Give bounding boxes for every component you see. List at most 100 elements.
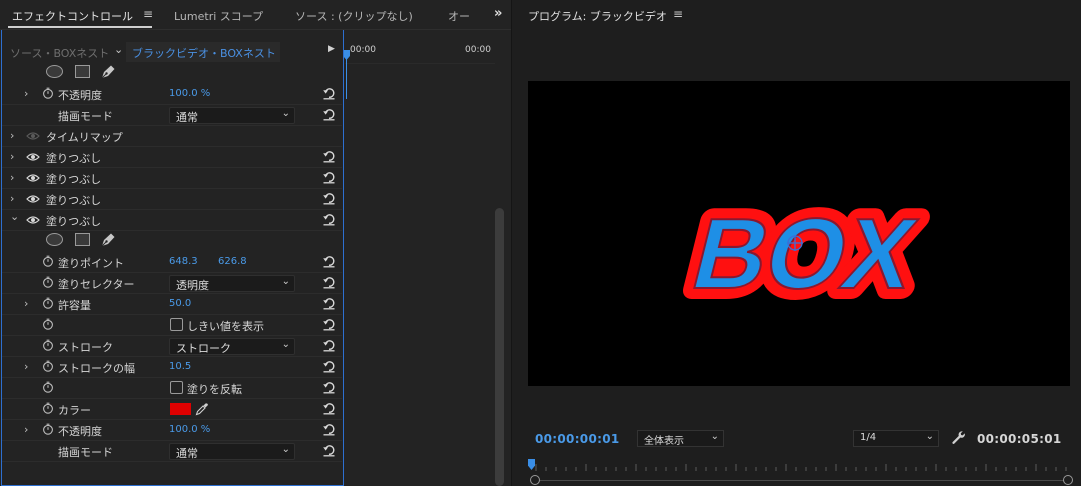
mask-ellipse-icon[interactable] <box>46 233 63 246</box>
in-point-handle[interactable] <box>530 475 540 485</box>
program-timeline-ruler[interactable] <box>528 458 1074 486</box>
toggle-effect-eye-icon[interactable] <box>26 173 40 183</box>
reset-parameter-icon[interactable] <box>322 275 336 289</box>
reset-parameter-icon[interactable] <box>322 401 336 415</box>
toggle-effect-eye-icon[interactable] <box>26 194 40 204</box>
fill-point-x-value[interactable]: 648.3 <box>169 256 198 267</box>
out-point-handle[interactable] <box>1063 475 1073 485</box>
effect-row-3: › タイムリマップ <box>2 126 342 147</box>
program-menu-icon[interactable]: ≡ <box>673 7 683 21</box>
color-swatch[interactable] <box>170 403 191 415</box>
playback-resolution-dropdown[interactable]: 1/4 ⌄ <box>853 430 939 447</box>
reset-parameter-icon[interactable] <box>322 170 336 184</box>
stopwatch-icon[interactable] <box>42 423 54 435</box>
scrollbar-thumb[interactable] <box>495 208 504 486</box>
param-dropdown[interactable]: ストローク ⌄ <box>169 338 295 355</box>
program-monitor-panel: プログラム: ブラックビデオ ≡ BOX BOX 00:00:00:01 全体表… <box>512 0 1081 486</box>
mask-rectangle-icon[interactable] <box>75 233 90 246</box>
stopwatch-icon[interactable] <box>42 87 54 99</box>
expand-chevron-icon[interactable]: › <box>24 360 28 373</box>
collapse-chevron-icon[interactable]: ⌄ <box>10 210 19 223</box>
param-value[interactable]: 10.5 <box>169 361 191 372</box>
dropdown-value: 通常 <box>176 447 198 460</box>
zoom-level-dropdown[interactable]: 全体表示 ⌄ <box>637 430 724 447</box>
tab-lumetri-scopes[interactable]: Lumetri スコープ <box>174 8 263 24</box>
effect-name-label[interactable]: 塗りつぶし <box>46 171 101 187</box>
tab-effect-controls[interactable]: エフェクトコントロール <box>12 8 133 24</box>
effect-row-18: 描画モード 通常 ⌄ <box>2 441 342 462</box>
param-label: 不透明度 <box>58 89 102 102</box>
stopwatch-icon[interactable] <box>42 360 54 372</box>
mask-pen-icon[interactable] <box>100 232 116 248</box>
more-tabs-icon[interactable]: » <box>494 6 502 21</box>
reset-parameter-icon[interactable] <box>322 212 336 226</box>
expand-chevron-icon[interactable]: › <box>24 297 28 310</box>
toggle-effect-eye-icon[interactable] <box>26 215 40 225</box>
toggle-effect-eye-icon[interactable] <box>26 131 40 141</box>
tab-source[interactable]: ソース : (クリップなし) <box>295 8 413 24</box>
reset-parameter-icon[interactable] <box>322 86 336 100</box>
effect-name-label[interactable]: 塗りつぶし <box>46 150 101 166</box>
source-clip-label[interactable]: ソース・BOXネスト <box>10 45 109 61</box>
stopwatch-icon[interactable] <box>42 318 54 330</box>
param-dropdown[interactable]: 通常 ⌄ <box>169 107 295 124</box>
wrench-icon[interactable] <box>951 430 966 445</box>
eyedropper-icon[interactable] <box>195 402 209 416</box>
mini-timeline[interactable]: 00:00 00:00 <box>343 41 495 486</box>
param-value[interactable]: 100.0 % <box>169 88 210 99</box>
reset-parameter-icon[interactable] <box>322 191 336 205</box>
toggle-effect-eye-icon[interactable] <box>26 152 40 162</box>
param-dropdown[interactable]: 通常 ⌄ <box>169 443 295 460</box>
effect-row-2: 描画モード 通常 ⌄ <box>2 105 342 126</box>
reset-parameter-icon[interactable] <box>322 380 336 394</box>
reset-parameter-icon[interactable] <box>322 422 336 436</box>
mask-pen-icon[interactable] <box>100 64 116 80</box>
reset-parameter-icon[interactable] <box>322 107 336 121</box>
fill-point-y-value[interactable]: 626.8 <box>218 256 247 267</box>
effect-controls-menu-icon[interactable]: ≡ <box>143 7 153 21</box>
effect-name-label[interactable]: タイムリマップ <box>46 129 123 145</box>
reset-parameter-icon[interactable] <box>322 149 336 163</box>
param-value[interactable]: 50.0 <box>169 298 191 309</box>
param-label: ストローク <box>58 341 113 354</box>
timeline-start-time: 00:00 <box>350 45 376 55</box>
reset-parameter-icon[interactable] <box>322 254 336 268</box>
reset-parameter-icon[interactable] <box>322 359 336 373</box>
playhead-timecode[interactable]: 00:00:00:01 <box>535 432 620 446</box>
tab-audio-truncated[interactable]: オー <box>448 8 470 24</box>
param-checkbox[interactable] <box>170 318 183 331</box>
show-timeline-icon[interactable]: ▶ <box>328 44 335 54</box>
sequence-clip-tab[interactable]: ブラックビデオ・BOXネスト <box>126 42 280 62</box>
param-value[interactable]: 100.0 % <box>169 424 210 435</box>
stopwatch-icon[interactable] <box>42 297 54 309</box>
stopwatch-icon[interactable] <box>42 255 54 267</box>
stopwatch-icon[interactable] <box>42 402 54 414</box>
chevron-down-icon[interactable]: ⌄ <box>114 43 123 56</box>
param-dropdown[interactable]: 透明度 ⌄ <box>169 275 295 292</box>
effect-name-label[interactable]: 塗りつぶし <box>46 192 101 208</box>
reset-parameter-icon[interactable] <box>322 296 336 310</box>
reset-parameter-icon[interactable] <box>322 317 336 331</box>
reset-parameter-icon[interactable] <box>322 443 336 457</box>
effect-name-label[interactable]: 塗りつぶし <box>46 213 101 229</box>
expand-chevron-icon[interactable]: › <box>24 87 28 100</box>
video-frame[interactable]: BOX BOX <box>528 81 1070 386</box>
stopwatch-icon[interactable] <box>42 381 54 393</box>
expand-chevron-icon[interactable]: › <box>10 150 14 163</box>
expand-chevron-icon[interactable]: › <box>10 171 14 184</box>
expand-chevron-icon[interactable]: › <box>24 423 28 436</box>
active-tab-underline <box>8 26 152 28</box>
program-monitor-title[interactable]: プログラム: ブラックビデオ <box>528 8 667 24</box>
vertical-scrollbar[interactable] <box>495 60 504 486</box>
mask-ellipse-icon[interactable] <box>46 65 63 78</box>
param-label: 描画モード <box>58 110 113 123</box>
stopwatch-icon[interactable] <box>42 339 54 351</box>
effect-row-1: › 不透明度 100.0 % <box>2 84 342 105</box>
mask-rectangle-icon[interactable] <box>75 65 90 78</box>
expand-chevron-icon[interactable]: › <box>10 129 14 142</box>
stopwatch-icon[interactable] <box>42 276 54 288</box>
param-label: カラー <box>58 404 91 417</box>
expand-chevron-icon[interactable]: › <box>10 192 14 205</box>
param-checkbox[interactable] <box>170 381 183 394</box>
reset-parameter-icon[interactable] <box>322 338 336 352</box>
